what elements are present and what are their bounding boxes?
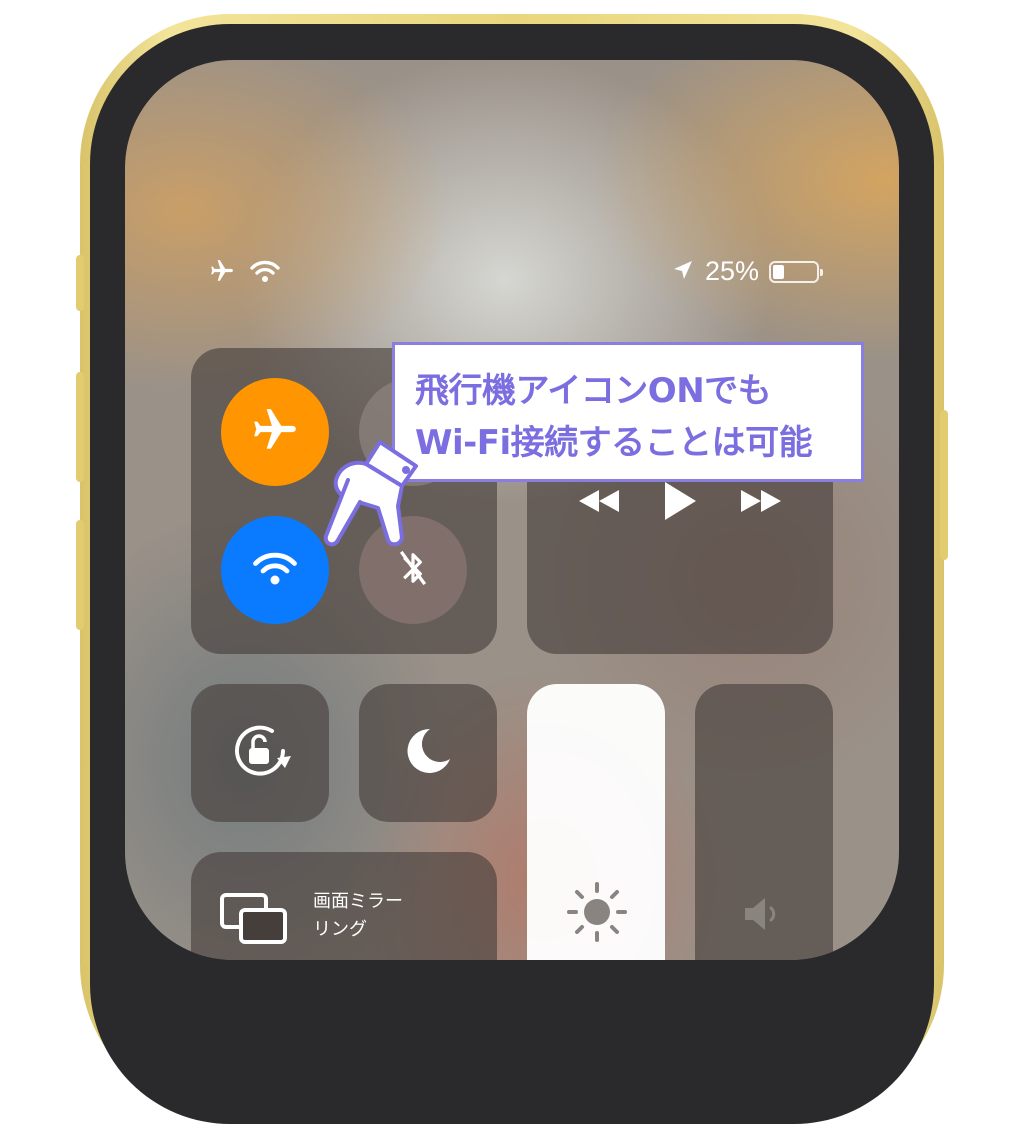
wifi-toggle[interactable] — [221, 516, 329, 624]
rotation-lock-button[interactable] — [191, 684, 329, 822]
volume-slider[interactable] — [695, 684, 833, 960]
screen-mirroring-icon — [219, 892, 289, 952]
play-icon[interactable] — [662, 480, 698, 526]
screen-mirroring-button[interactable]: 画面ミラー リング — [191, 852, 497, 960]
battery-icon — [769, 260, 823, 283]
status-bar-right: 25% — [671, 256, 823, 287]
volume-up-button — [76, 372, 84, 482]
screen-mirroring-label-line1: 画面ミラー — [313, 891, 403, 912]
volume-down-button — [76, 520, 84, 630]
battery-percentage: 25% — [704, 256, 759, 286]
airplane-mode-toggle[interactable] — [221, 378, 329, 486]
annotation-callout: 飛行機アイコンONでも Wi-Fi接続することは可能 — [392, 342, 864, 482]
do-not-disturb-button[interactable] — [359, 684, 497, 822]
bluetooth-off-icon — [398, 546, 428, 594]
pointing-hand-icon — [318, 436, 428, 550]
rotation-lock-icon — [225, 716, 295, 790]
annotation-line2: Wi-Fi接続することは可能 — [415, 423, 813, 463]
ringer-switch — [76, 255, 84, 311]
side-button — [940, 410, 948, 560]
sun-icon — [565, 880, 629, 948]
brightness-slider[interactable] — [527, 684, 665, 960]
moon-icon — [400, 723, 456, 783]
location-arrow-icon — [671, 258, 695, 286]
airplane-icon — [207, 258, 237, 288]
annotation-line1: 飛行機アイコンONでも — [415, 371, 772, 411]
control-center-screen: 25% 画面ミラー リング — [125, 60, 899, 960]
wifi-icon — [251, 549, 299, 591]
screen-mirroring-label-line2: リング — [313, 919, 367, 940]
battery-fill — [773, 264, 784, 279]
rewind-icon[interactable] — [577, 488, 621, 518]
airplane-icon — [250, 405, 300, 459]
wifi-icon — [249, 259, 281, 287]
speaker-icon — [741, 894, 785, 938]
status-bar-left — [207, 258, 281, 288]
fast-forward-icon[interactable] — [739, 488, 783, 518]
